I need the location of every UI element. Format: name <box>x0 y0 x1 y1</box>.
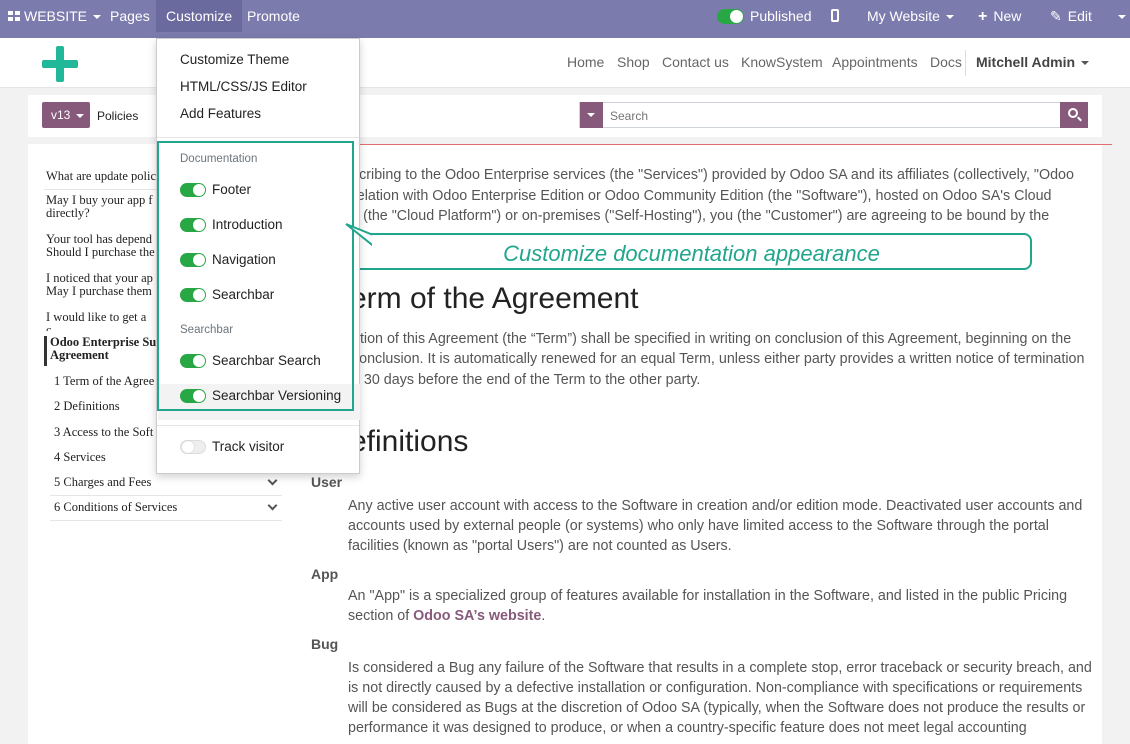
track-visitor-toggle[interactable] <box>180 440 206 454</box>
bug-text-line: Is considered a Bug any failure of the S… <box>348 660 1092 676</box>
sidebar-subitem[interactable]: 3 Access to the Soft <box>50 426 160 446</box>
highlight-frame <box>157 141 354 411</box>
nav-docs[interactable]: Docs <box>930 54 962 70</box>
doc-intro-line: relation with Odoo Enterprise Edition or… <box>352 188 1052 204</box>
term-bug: Bug <box>311 636 339 652</box>
customize-menu[interactable]: Customize <box>156 0 243 32</box>
plus-icon: + <box>978 8 988 25</box>
sidebar-item-active[interactable]: Odoo Enterprise Su Agreement <box>44 336 166 366</box>
doc-intro-line: s (the "Cloud Platform") or on-premises … <box>352 208 1050 224</box>
bug-text-line: performance it was designed to produce, … <box>348 720 1027 736</box>
edit-button[interactable]: ✎ Edit <box>1050 0 1092 32</box>
user-text-line: Any active user account with access to t… <box>348 498 1083 514</box>
sidebar-subitem[interactable]: 4 Services <box>50 451 160 471</box>
mobile-preview-icon[interactable] <box>831 9 839 22</box>
caret-down-icon <box>1081 61 1090 66</box>
search-scope-dropdown[interactable] <box>580 102 603 128</box>
nav-shop[interactable]: Shop <box>617 54 650 70</box>
pages-menu[interactable]: Pages <box>110 0 150 32</box>
nav-divider <box>965 50 966 76</box>
edit-dropdown-toggle[interactable] <box>1112 0 1126 32</box>
search-icon <box>1068 108 1078 118</box>
search-button[interactable] <box>1060 102 1088 128</box>
caret-down-icon <box>76 113 85 118</box>
red-divider <box>355 144 1112 145</box>
apps-grid-icon <box>8 11 20 22</box>
odoo-website-link[interactable]: Odoo SA’s website <box>413 608 541 624</box>
menu-divider <box>157 137 359 138</box>
sidebar-item[interactable]: I noticed that your ap May I purchase th… <box>44 272 158 308</box>
pencil-icon: ✎ <box>1050 8 1062 24</box>
my-website-menu[interactable]: My Website <box>867 0 954 32</box>
term-user: User <box>311 474 343 490</box>
user-menu[interactable]: Mitchell Admin <box>976 54 1090 70</box>
term-app: App <box>311 566 339 582</box>
search-input[interactable] <box>610 109 1010 123</box>
published-toggle[interactable] <box>717 9 744 24</box>
menu-add-features[interactable]: Add Features <box>180 106 261 121</box>
term-text-line: n 30 days before the end of the Term to … <box>352 372 701 388</box>
heading-term: erm of the Agreement <box>350 282 639 315</box>
sidebar-subitem[interactable]: 2 Definitions <box>50 400 160 420</box>
chevron-down-icon[interactable] <box>267 475 278 486</box>
published-label: Published <box>750 8 812 24</box>
breadcrumb[interactable]: Policies <box>97 109 138 123</box>
nav-knowsystem[interactable]: KnowSystem <box>741 54 823 70</box>
app-text-line: section of Odoo SA’s website. <box>348 608 546 624</box>
new-button[interactable]: + New <box>978 0 1021 32</box>
sidebar-item[interactable]: May I buy your app f directly? <box>44 194 154 230</box>
sidebar-item[interactable]: Your tool has depend Should I purchase t… <box>44 233 158 269</box>
sidebar-subitem[interactable]: 1 Term of the Agree <box>50 375 160 395</box>
caret-down-icon <box>1118 15 1126 20</box>
bug-text-line: is not directly caused by a defective in… <box>348 680 1083 696</box>
track-visitor-label[interactable]: Track visitor <box>212 439 284 454</box>
callout-text: Customize documentation appearance <box>503 241 880 266</box>
doc-intro-line: scribing to the Odoo Enterprise services… <box>352 167 1074 183</box>
user-text-line: facilities (known as "portal Users") are… <box>348 538 732 554</box>
sidebar-subitem[interactable]: 5 Charges and Fees <box>50 476 282 496</box>
caret-down-icon <box>587 113 595 117</box>
version-dropdown[interactable]: v13 <box>42 102 90 128</box>
user-text-line: accounts used by external people (or sys… <box>348 518 1049 534</box>
admin-topbar: WEBSITE Pages Customize Promote Publishe… <box>0 0 1130 38</box>
chevron-down-icon[interactable] <box>267 500 278 511</box>
menu-html-css-js-editor[interactable]: HTML/CSS/JS Editor <box>180 79 307 94</box>
nav-home[interactable]: Home <box>567 54 604 70</box>
menu-divider <box>157 425 359 426</box>
promote-menu[interactable]: Promote <box>247 0 300 32</box>
heading-definitions: efinitions <box>350 425 469 458</box>
search-group <box>579 102 1088 128</box>
menu-customize-theme[interactable]: Customize Theme <box>180 52 289 67</box>
term-text-line: conclusion. It is automatically renewed … <box>352 351 1085 367</box>
term-text-line: ation of this Agreement (the “Term”) sha… <box>352 331 1072 347</box>
sidebar-subitem[interactable]: 6 Conditions of Services <box>50 501 282 521</box>
apps-menu[interactable]: WEBSITE <box>8 0 102 32</box>
callout-box: Customize documentation appearance <box>347 233 1032 270</box>
nav-appointments[interactable]: Appointments <box>832 54 918 70</box>
caret-down-icon <box>945 15 954 20</box>
bug-text-line: will be considered as Bugs at the discre… <box>348 700 1086 716</box>
nav-contact-us[interactable]: Contact us <box>662 54 729 70</box>
sidebar-item[interactable]: I would like to get a c <box>44 311 154 331</box>
logo-plus-icon[interactable] <box>42 46 78 82</box>
caret-down-icon <box>93 15 102 20</box>
app-text-line: An "App" is a specialized group of featu… <box>348 588 1068 604</box>
callout-pointer-overlay <box>345 223 372 247</box>
